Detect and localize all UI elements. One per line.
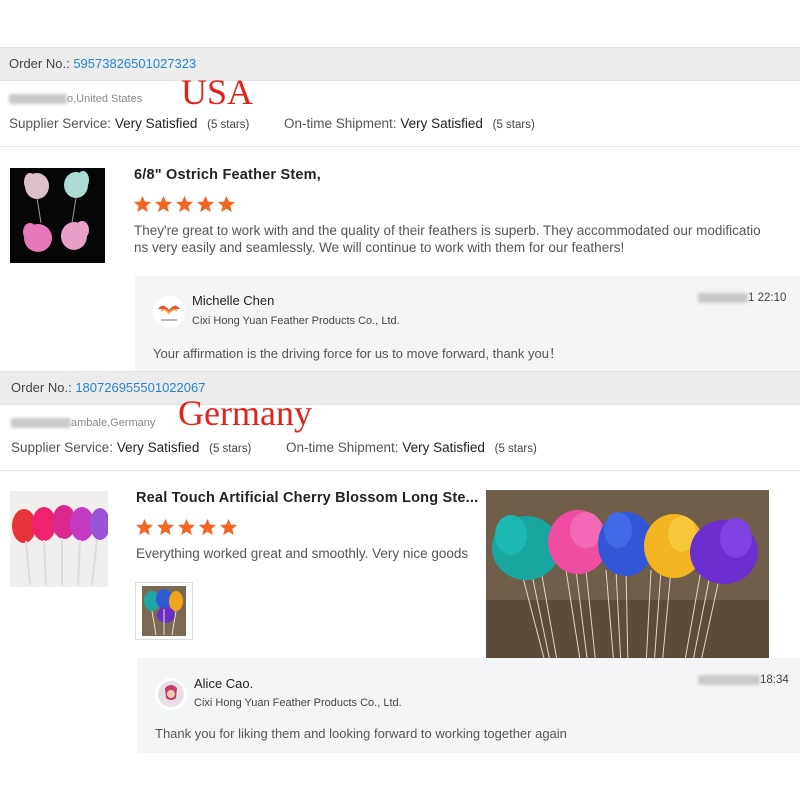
review-text: Everything worked great and smoothly. Ve… [136, 546, 469, 561]
product-image[interactable] [10, 168, 105, 263]
reply-company: Cixi Hong Yuan Feather Products Co., Ltd… [192, 315, 400, 327]
shipment-rating: On-time Shipment: Very Satisfied (5 star… [284, 116, 535, 131]
divider [0, 146, 800, 147]
ostrich-feather-image [10, 168, 105, 263]
colorful-feather-stems-image [10, 491, 110, 587]
blurred-buyer-name [9, 94, 67, 105]
order-label: Order No.: [9, 56, 70, 71]
star-icon [156, 518, 175, 536]
blurred-date [698, 674, 760, 685]
reply-text: Your affirmation is the driving force fo… [153, 346, 562, 361]
review-text: They're great to work with and the quali… [134, 223, 761, 255]
feather-stems-photo [486, 490, 769, 668]
country-annotation: USA [181, 72, 254, 112]
supplier-logo-icon [153, 296, 185, 328]
supplier-service-rating: Supplier Service: Very Satisfied (5 star… [11, 440, 252, 455]
reply-company: Cixi Hong Yuan Feather Products Co., Ltd… [194, 697, 402, 709]
buyer-location: o,United States [9, 93, 142, 105]
reply-timestamp: 18:34 [698, 674, 789, 686]
star-icon [219, 518, 238, 536]
star-icon [198, 518, 217, 536]
product-title[interactable]: 6/8" Ostrich Feather Stem, [134, 167, 321, 183]
reply-text: Thank you for liking them and looking fo… [155, 726, 567, 741]
star-icon [217, 195, 236, 213]
country-annotation: Germany [178, 393, 312, 433]
feather-photo-thumbnail [142, 586, 186, 636]
shipment-rating: On-time Shipment: Very Satisfied (5 star… [286, 440, 537, 455]
divider [0, 470, 800, 471]
reply-author-name: Michelle Chen [192, 293, 275, 308]
product-image[interactable] [10, 491, 110, 587]
product-title[interactable]: Real Touch Artificial Cherry Blossom Lon… [136, 490, 478, 506]
star-icon [175, 195, 194, 213]
star-icon [135, 518, 154, 536]
order-bar: Order No.: 180726955501022067 [0, 371, 800, 405]
star-icon [177, 518, 196, 536]
order-label: Order No.: [11, 380, 72, 395]
star-icon [133, 195, 152, 213]
supplier-service-rating: Supplier Service: Very Satisfied (5 star… [9, 116, 250, 131]
supplier-reply: Alice Cao. Cixi Hong Yuan Feather Produc… [137, 658, 800, 753]
star-icon [196, 195, 215, 213]
review-photo-large[interactable] [486, 490, 769, 668]
supplier-reply: Michelle Chen Cixi Hong Yuan Feather Pro… [135, 276, 800, 371]
star-icon [154, 195, 173, 213]
reply-timestamp: 1 22:10 [698, 292, 786, 304]
buyer-location: ambale,Germany [11, 417, 155, 429]
order-bar: Order No.: 5957382650102732​3 [0, 47, 800, 81]
avatar-icon [155, 678, 187, 710]
star-rating [133, 195, 236, 214]
order-number-link[interactable]: 5957382650102732​3 [73, 56, 196, 71]
blurred-buyer-name [11, 418, 71, 429]
star-rating [135, 518, 238, 537]
review-photo-thumbnail[interactable] [135, 582, 193, 640]
blurred-date [698, 292, 748, 303]
reply-author-name: Alice Cao. [194, 676, 254, 691]
